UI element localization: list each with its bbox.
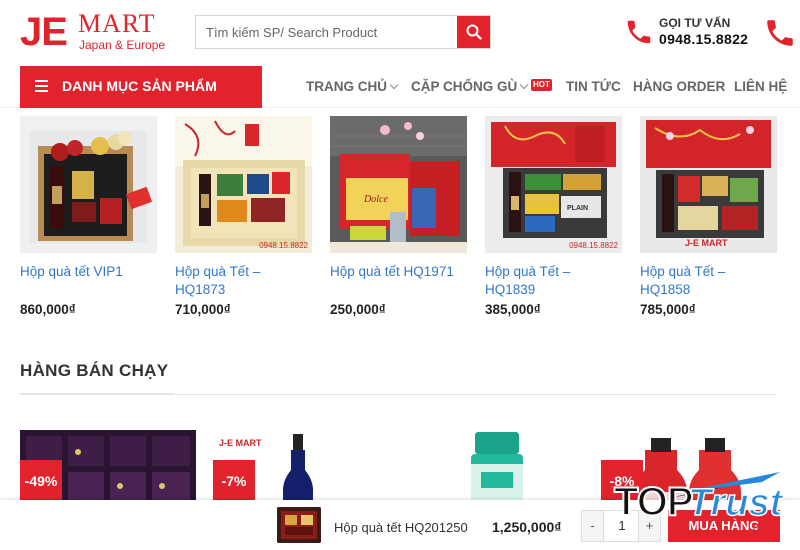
product-price: 385,000₫ — [485, 302, 541, 317]
product-phone-watermark: 0948.15.8822 — [259, 241, 308, 250]
quantity-decrease-button[interactable]: - — [582, 511, 604, 541]
product-name[interactable]: Hộp quà tết VIP1 — [20, 263, 157, 281]
hotline[interactable]: GỌI TƯ VẤN 0948.15.8822 — [622, 14, 758, 50]
svg-text:J-E MART: J-E MART — [219, 438, 262, 448]
logo-subtitle: Japan & Europe — [79, 38, 166, 52]
quantity-increase-button[interactable]: + — [638, 511, 660, 541]
product-image[interactable]: 0948.15.8822 — [175, 116, 312, 253]
discount-badge: -7% — [213, 460, 255, 502]
chevron-down-icon — [389, 80, 399, 90]
gift-box-image — [20, 116, 157, 253]
site-header: JE MART Japan & Europe GỌI TƯ VẤN 0948.1… — [0, 0, 800, 66]
product-card[interactable]: J-E MART Hộp quà Tết – HQ1858 785,000₫ — [640, 116, 777, 326]
gift-box-image — [175, 116, 312, 253]
nav-item-backpack[interactable]: CẶP CHỐNG GÙ — [411, 79, 529, 94]
product-price: 710,000₫ — [175, 302, 231, 317]
search-box — [195, 15, 491, 49]
gift-box-image — [640, 116, 777, 253]
nav-item-label: TRANG CHỦ — [306, 79, 387, 94]
product-image[interactable] — [20, 116, 157, 253]
product-card[interactable]: Hộp quà tết VIP1 860,000₫ — [20, 116, 157, 326]
nav-item-label: TIN TỨC — [566, 79, 621, 94]
search-icon — [466, 24, 482, 40]
category-menu-label: DANH MỤC SẢN PHẨM — [62, 78, 217, 94]
category-menu-button[interactable]: DANH MỤC SẢN PHẨM — [20, 66, 262, 108]
search-input[interactable] — [196, 16, 458, 48]
hamburger-icon — [35, 80, 48, 92]
section-title-best-sellers: HÀNG BÁN CHẠY — [20, 361, 169, 380]
product-price: 860,000₫ — [20, 302, 76, 317]
discount-badge: -8% — [601, 460, 643, 502]
product-image[interactable]: PLAIN 0948.15.8822 — [485, 116, 622, 253]
product-name[interactable]: Hộp quà Tết – HQ1873 — [175, 263, 312, 299]
product-name[interactable]: Hộp quà tết HQ1971 — [330, 263, 467, 281]
product-card[interactable]: Dolce Hộp quà tết HQ1971 250,000₫ — [330, 116, 467, 326]
quantity-input[interactable]: 1 — [605, 511, 639, 541]
hotline-label: GỌI TƯ VẤN — [659, 16, 731, 30]
chevron-down-icon — [520, 80, 529, 90]
svg-text:Dolce: Dolce — [363, 194, 388, 205]
sticky-add-to-cart-bar: Hộp quà tết HQ201250 1,250,000₫ - 1 + MU… — [0, 500, 800, 550]
product-brand-watermark: J-E MART — [685, 238, 728, 248]
logo-je: JE — [20, 10, 68, 54]
site-logo[interactable]: JE MART Japan & Europe — [20, 10, 170, 54]
product-image[interactable]: J-E MART — [640, 116, 777, 253]
main-navbar: DANH MỤC SẢN PHẨM TRANG CHỦ CẶP CHỐNG GÙ… — [0, 66, 800, 108]
svg-text:PLAIN: PLAIN — [567, 205, 588, 212]
page: JE MART Japan & Europe GỌI TƯ VẤN 0948.1… — [0, 0, 800, 550]
quantity-stepper: - 1 + — [581, 510, 661, 542]
sticky-product-price: 1,250,000₫ — [492, 519, 562, 535]
product-price: 785,000₫ — [640, 302, 696, 317]
phone-icon-right[interactable] — [763, 16, 797, 50]
nav-item-news[interactable]: TIN TỨC — [566, 79, 621, 94]
gift-box-image: Dolce — [330, 116, 467, 253]
gift-box-image: PLAIN — [485, 116, 622, 253]
nav-item-label: CẶP CHỐNG GÙ — [411, 79, 518, 94]
product-phone-watermark: 0948.15.8822 — [569, 241, 618, 250]
search-button[interactable] — [457, 16, 490, 48]
product-name[interactable]: Hộp quà Tết – HQ1858 — [640, 263, 777, 299]
nav-item-home[interactable]: TRANG CHỦ — [306, 79, 399, 94]
product-card[interactable]: PLAIN 0948.15.8822 Hộp quà Tết – HQ1839 … — [485, 116, 622, 326]
phone-icon — [627, 20, 651, 44]
nav-item-contact[interactable]: LIÊN HỆ — [734, 79, 787, 94]
discount-badge: -49% — [20, 460, 62, 502]
product-grid: Hộp quà tết VIP1 860,000₫ 0948.15.8822 H… — [20, 116, 780, 326]
product-image[interactable]: Dolce — [330, 116, 467, 253]
logo-mart: MART — [78, 9, 156, 38]
hotline-number: 0948.15.8822 — [659, 31, 749, 47]
hot-badge: HOT — [531, 79, 552, 91]
nav-item-label: HÀNG ORDER — [633, 79, 726, 94]
nav-item-label: LIÊN HỆ — [734, 79, 788, 94]
product-price: 250,000₫ — [330, 302, 386, 317]
product-card[interactable]: 0948.15.8822 Hộp quà Tết – HQ1873 710,00… — [175, 116, 312, 326]
product-name[interactable]: Hộp quà Tết – HQ1839 — [485, 263, 622, 299]
nav-item-order[interactable]: HÀNG ORDER — [633, 79, 725, 94]
section-divider-accent — [20, 393, 174, 395]
buy-button[interactable]: MUA HÀNG — [668, 510, 780, 542]
sticky-product-thumbnail — [277, 507, 321, 543]
sticky-product-name: Hộp quà tết HQ201250 — [334, 520, 468, 535]
